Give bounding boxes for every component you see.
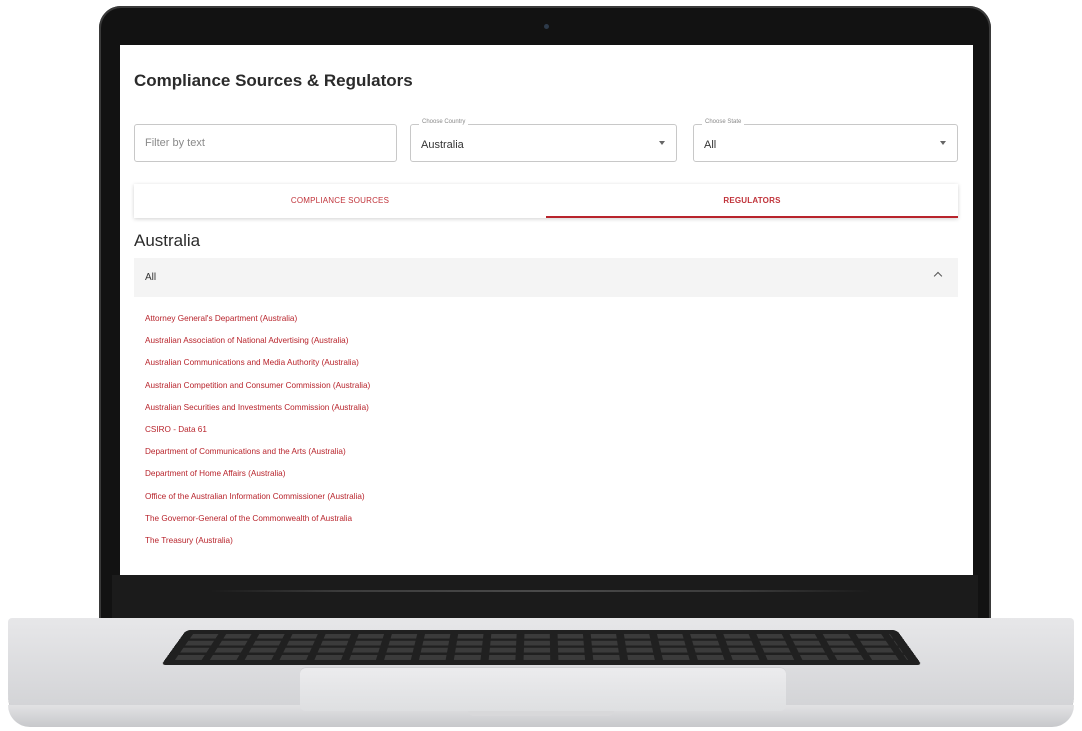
webcam: [544, 24, 549, 29]
country-select[interactable]: Choose Country Australia: [410, 119, 677, 162]
regulator-link[interactable]: Department of Communications and the Art…: [145, 447, 370, 469]
country-heading: Australia: [134, 231, 201, 250]
regulator-link[interactable]: CSIRO - Data 61: [145, 425, 370, 447]
accordion-label: All: [145, 272, 157, 283]
tab-regulators[interactable]: REGULATORS: [546, 184, 958, 218]
filter-text-field[interactable]: [134, 124, 397, 162]
state-select-label: Choose State: [702, 119, 745, 125]
regulator-link[interactable]: Australian Securities and Investments Co…: [145, 403, 370, 425]
regulator-list: Attorney General's Department (Australia…: [145, 314, 370, 558]
regulator-link[interactable]: Office of the Australian Information Com…: [145, 492, 370, 514]
caret-down-icon[interactable]: [940, 141, 946, 145]
keyboard: [161, 630, 922, 665]
regulator-link[interactable]: Australian Association of National Adver…: [145, 336, 370, 358]
filter-text-input[interactable]: [145, 137, 365, 149]
caret-down-icon[interactable]: [659, 141, 665, 145]
state-select-value: All: [704, 139, 717, 151]
regulator-link[interactable]: Attorney General's Department (Australia…: [145, 314, 370, 336]
state-select[interactable]: Choose State All: [693, 119, 958, 162]
tab-compliance-sources[interactable]: COMPLIANCE SOURCES: [134, 184, 546, 218]
regulator-link[interactable]: Australian Communications and Media Auth…: [145, 358, 370, 380]
chevron-up-icon[interactable]: [933, 271, 943, 281]
country-select-label: Choose Country: [419, 119, 469, 125]
regulator-link[interactable]: Department of Home Affairs (Australia): [145, 469, 370, 491]
active-tab-indicator: [546, 216, 958, 218]
regulator-link[interactable]: The Treasury (Australia): [145, 536, 370, 558]
tab-bar: COMPLIANCE SOURCES REGULATORS: [134, 184, 958, 218]
regulator-link[interactable]: The Governor-General of the Commonwealth…: [145, 514, 370, 536]
page-title: Compliance Sources & Regulators: [134, 71, 413, 90]
trackpad: [300, 667, 786, 711]
compliance-app: Compliance Sources & Regulators Choose C…: [120, 45, 973, 575]
regulator-link[interactable]: Australian Competition and Consumer Comm…: [145, 381, 370, 403]
country-select-value: Australia: [421, 139, 464, 151]
state-accordion-header[interactable]: All: [134, 258, 958, 297]
hinge: [210, 590, 870, 592]
screen-bezel-bottom: [112, 575, 978, 619]
laptop-screen: Compliance Sources & Regulators Choose C…: [120, 45, 973, 575]
